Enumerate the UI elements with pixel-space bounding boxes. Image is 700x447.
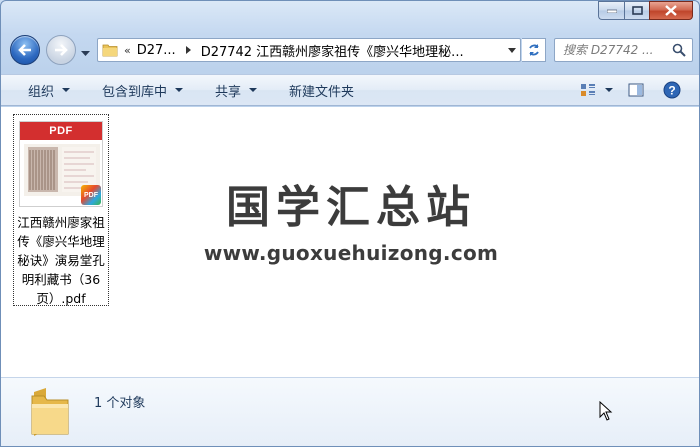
organize-menu[interactable]: 组织 <box>19 78 79 102</box>
back-arrow-icon <box>18 44 31 56</box>
mouse-cursor-icon <box>599 401 613 421</box>
file-list[interactable]: PDF PDF 江西赣州廖家祖传《廖兴华地理秘诀》演易堂孔明利藏书（36页）.p… <box>1 107 699 377</box>
breadcrumb-item[interactable]: D27... <box>137 43 176 58</box>
breadcrumb-overflow[interactable]: « <box>124 44 131 57</box>
caption-buttons <box>598 1 693 20</box>
watermark-title: 国学汇总站 <box>226 182 476 233</box>
command-bar: 组织 包含到库中 共享 新建文件夹 ? <box>1 74 699 106</box>
organize-label: 组织 <box>28 84 55 100</box>
watermark-url: www.guoxuehuizong.com <box>203 241 499 265</box>
view-options-icon <box>581 84 595 96</box>
search-input[interactable] <box>563 43 675 57</box>
minimize-button[interactable] <box>598 1 624 20</box>
back-button[interactable] <box>10 35 40 65</box>
maximize-icon <box>631 6 643 15</box>
forward-arrow-icon <box>55 44 68 56</box>
breadcrumb-item-current[interactable]: D27742 江西赣州廖家祖传《廖兴华地理秘... <box>201 41 464 60</box>
recent-pages-dropdown[interactable] <box>81 46 90 60</box>
breadcrumb: « D27... D27742 江西赣州廖家祖传《廖兴华地理秘... <box>118 41 464 60</box>
folder-large-icon <box>31 388 69 436</box>
help-icon: ? <box>663 81 681 99</box>
forward-button[interactable] <box>46 35 76 65</box>
close-button[interactable] <box>649 1 693 20</box>
chevron-down-icon <box>175 88 184 92</box>
preview-pane-button[interactable] <box>625 79 647 101</box>
share-label: 共享 <box>215 84 242 100</box>
details-pane: 1 个对象 <box>1 377 699 446</box>
new-folder-button[interactable]: 新建文件夹 <box>280 78 363 102</box>
watermark: 国学汇总站 www.guoxuehuizong.com <box>1 171 699 265</box>
breadcrumb-separator-icon[interactable] <box>185 46 191 54</box>
preview-pane-icon <box>628 83 644 97</box>
include-library-label: 包含到库中 <box>102 84 168 100</box>
chevron-down-icon <box>62 88 71 92</box>
address-bar[interactable]: « D27... D27742 江西赣州廖家祖传《廖兴华地理秘... <box>97 38 521 62</box>
help-button[interactable]: ? <box>661 79 683 101</box>
include-in-library-menu[interactable]: 包含到库中 <box>93 78 192 102</box>
refresh-button[interactable] <box>522 38 546 62</box>
search-box[interactable] <box>554 38 693 62</box>
new-folder-label: 新建文件夹 <box>289 84 355 100</box>
address-dropdown-icon[interactable] <box>508 48 516 53</box>
maximize-button[interactable] <box>624 1 649 20</box>
navigation-bar: « D27... D27742 江西赣州廖家祖传《廖兴华地理秘... <box>1 33 699 69</box>
close-icon <box>665 5 677 16</box>
item-count: 1 个对象 <box>94 396 146 411</box>
view-controls: ? <box>577 79 683 101</box>
minimize-icon <box>606 9 617 13</box>
chevron-down-icon <box>81 51 90 56</box>
explorer-window: « D27... D27742 江西赣州廖家祖传《廖兴华地理秘... 搜索 D2… <box>0 0 700 447</box>
svg-text:?: ? <box>668 84 675 98</box>
chevron-down-icon <box>249 88 258 92</box>
view-options-button[interactable] <box>577 79 599 101</box>
search-icon[interactable] <box>672 43 686 57</box>
refresh-icon <box>528 44 539 56</box>
view-dropdown-icon[interactable] <box>605 88 613 92</box>
share-menu[interactable]: 共享 <box>206 78 266 102</box>
pdf-thumbnail-label: PDF <box>20 122 102 140</box>
folder-icon <box>102 44 118 57</box>
